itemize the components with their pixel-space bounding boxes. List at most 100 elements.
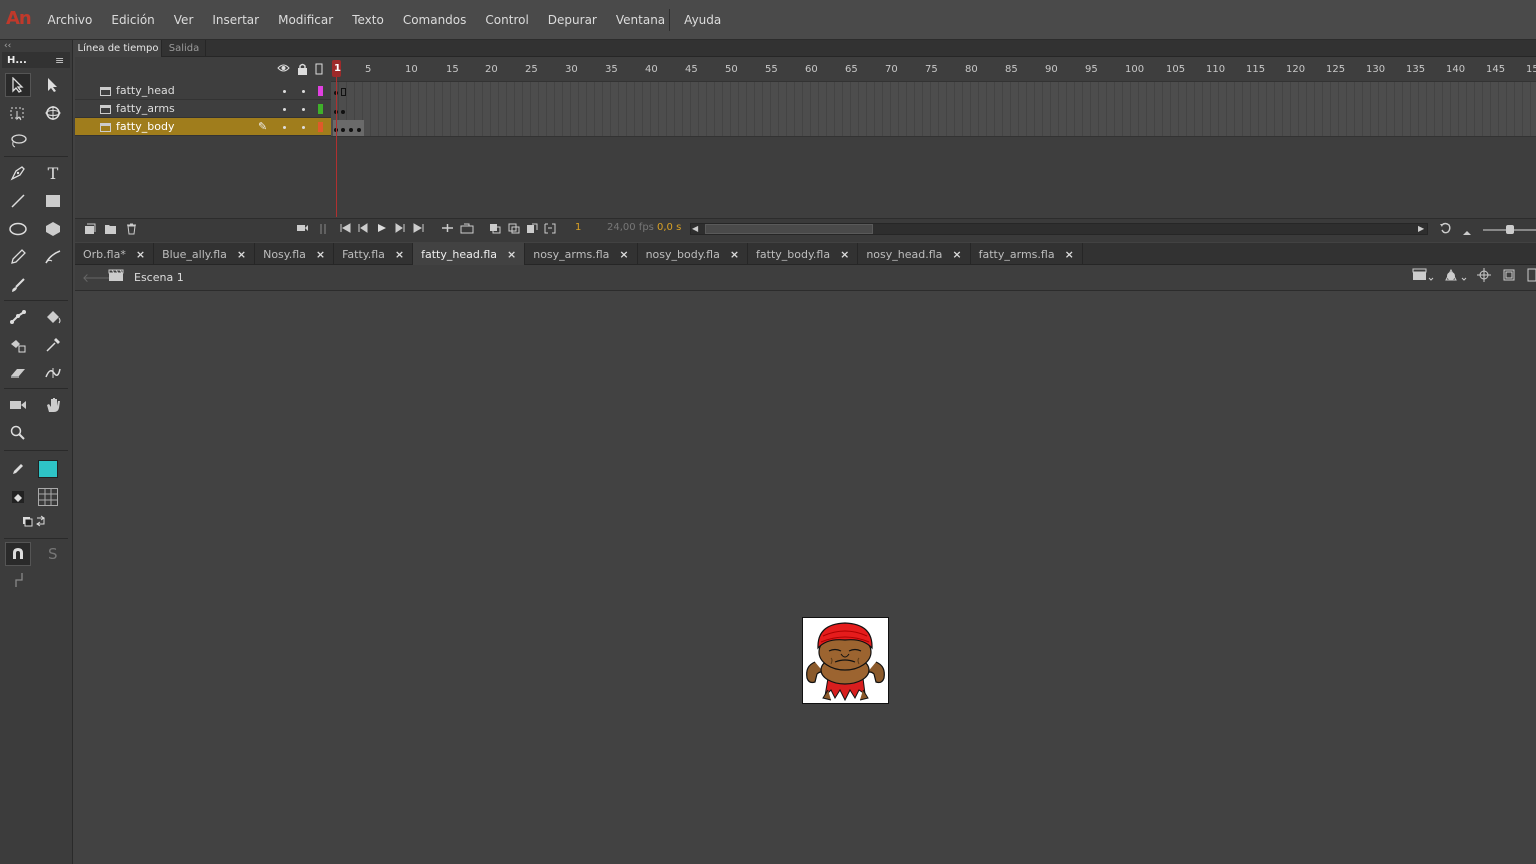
stage-canvas[interactable] [802,617,889,704]
bone-tool-icon[interactable] [5,305,31,329]
edit-symbols-icon[interactable] [1444,268,1468,286]
layer-name[interactable]: fatty_head [116,84,175,97]
onion-skin-icon[interactable] [489,223,501,237]
fatty-character-artwork[interactable] [803,618,888,703]
close-tab-icon[interactable]: × [237,248,246,261]
document-tab-label[interactable]: nosy_arms.fla [533,248,609,261]
close-tab-icon[interactable]: × [507,248,516,261]
keyframe[interactable] [349,128,353,132]
center-stage-icon[interactable] [1477,268,1491,286]
zoom-tool-icon[interactable] [5,421,31,445]
frame-grid[interactable] [331,82,1536,137]
lock-icon[interactable] [297,63,308,78]
oval-tool-icon[interactable] [5,217,31,241]
menu-item[interactable]: Insertar [203,0,269,40]
layer-name[interactable]: fatty_arms [116,102,175,115]
new-folder-icon[interactable] [104,223,117,238]
menu-item[interactable]: Ventana [606,0,674,40]
menu-item[interactable]: Edición [102,0,164,40]
stage-pasteboard[interactable] [75,291,1536,864]
document-tab[interactable]: Fatty.fla × [334,243,414,265]
document-tab-label[interactable]: Blue_ally.fla [162,248,227,261]
last-frame-icon[interactable] [413,223,424,236]
lock-dot[interactable] [302,108,305,111]
camera-toggle-icon[interactable] [296,223,309,236]
document-tab-label[interactable]: nosy_head.fla [866,248,942,261]
document-tab-label[interactable]: Nosy.fla [263,248,306,261]
lasso-tool-icon[interactable] [5,129,31,153]
document-tab[interactable]: nosy_arms.fla × [525,243,638,265]
close-tab-icon[interactable]: × [136,248,145,261]
tab-output[interactable]: Salida [163,40,206,57]
modify-markers-icon[interactable] [544,223,556,237]
document-tab-label[interactable]: Orb.fla* [83,248,126,261]
layer-row[interactable]: fatty_head [75,82,331,100]
new-layer-icon[interactable] [84,223,96,238]
loop-icon[interactable] [460,223,474,237]
keyframe[interactable] [341,128,345,132]
menu-item[interactable]: Depurar [538,0,606,40]
paint-bucket-tool-icon[interactable] [40,305,66,329]
paint-brush-tool-icon[interactable] [40,245,66,269]
close-tab-icon[interactable]: × [730,248,739,261]
document-tab[interactable]: nosy_body.fla × [638,243,749,265]
eye-icon[interactable] [277,63,290,78]
outline-icon[interactable] [315,63,323,78]
swap-colors-icon[interactable] [22,514,50,531]
zoom-dropdown-icon[interactable] [1527,268,1536,286]
edit-multiple-frames-icon[interactable] [526,223,538,237]
center-frame-icon[interactable] [441,223,454,236]
brush-tool-icon[interactable] [5,273,31,297]
previous-frame-icon[interactable] [358,223,369,236]
menu-item[interactable]: Ver [164,0,203,40]
document-tab[interactable]: fatty_head.fla × [413,243,526,265]
edit-scene-icon[interactable] [1412,268,1434,286]
pencil-tool-icon[interactable] [5,245,31,269]
layer-parenting-icon[interactable] [319,223,327,238]
clip-content-icon[interactable] [1502,268,1516,286]
document-tab-label[interactable]: fatty_arms.fla [979,248,1055,261]
menu-item[interactable]: Control [476,0,538,40]
pen-tool-icon[interactable] [5,161,31,185]
selection-tool-icon[interactable] [5,73,31,97]
lock-dot[interactable] [302,126,305,129]
keyframe[interactable] [341,110,345,114]
tab-timeline[interactable]: Línea de tiempo [75,40,162,57]
close-tab-icon[interactable]: × [1065,248,1074,261]
rectangle-tool-icon[interactable] [40,189,66,213]
stroke-color-pencil-icon[interactable] [5,457,31,481]
blank-keyframe[interactable] [341,88,346,96]
timeline-zoom-knob[interactable] [1506,225,1514,234]
scrollbar-thumb[interactable] [705,224,873,234]
document-tab[interactable]: Blue_ally.fla × [154,243,256,265]
layer-row[interactable]: fatty_arms [75,100,331,118]
ink-bottle-tool-icon[interactable] [5,333,31,357]
layer-row[interactable]: fatty_body ✎ [75,118,331,136]
snap-magnet-icon[interactable] [5,542,31,566]
document-tab-label[interactable]: nosy_body.fla [646,248,720,261]
scroll-left-icon[interactable]: ◀ [692,224,698,233]
layer-name[interactable]: fatty_body [116,120,174,133]
panel-menu-icon[interactable]: ≡ [55,54,64,67]
eraser-tool-icon[interactable] [5,361,31,385]
menu-item[interactable]: Ayuda [675,0,731,40]
layer-outline-color[interactable] [318,122,323,132]
document-tab-label[interactable]: fatty_body.fla [756,248,830,261]
3d-rotation-tool-icon[interactable] [40,101,66,125]
close-tab-icon[interactable]: × [395,248,404,261]
delete-layer-icon[interactable] [126,223,137,238]
smooth-icon[interactable]: S [48,545,58,563]
menu-item[interactable]: Modificar [269,0,343,40]
visibility-dot[interactable] [283,90,286,93]
document-tab-label[interactable]: fatty_head.fla [421,248,497,261]
document-tab[interactable]: nosy_head.fla × [858,243,971,265]
visibility-dot[interactable] [283,108,286,111]
menu-item[interactable]: Comandos [393,0,476,40]
eyedropper-tool-icon[interactable] [40,333,66,357]
first-frame-icon[interactable] [340,223,351,236]
polystar-tool-icon[interactable] [40,217,66,241]
scroll-right-icon[interactable]: ▶ [1418,224,1424,233]
camera-tool-icon[interactable] [5,393,31,417]
current-frame-readout[interactable]: 1 [575,222,581,233]
onion-skin-outlines-icon[interactable] [508,223,520,237]
